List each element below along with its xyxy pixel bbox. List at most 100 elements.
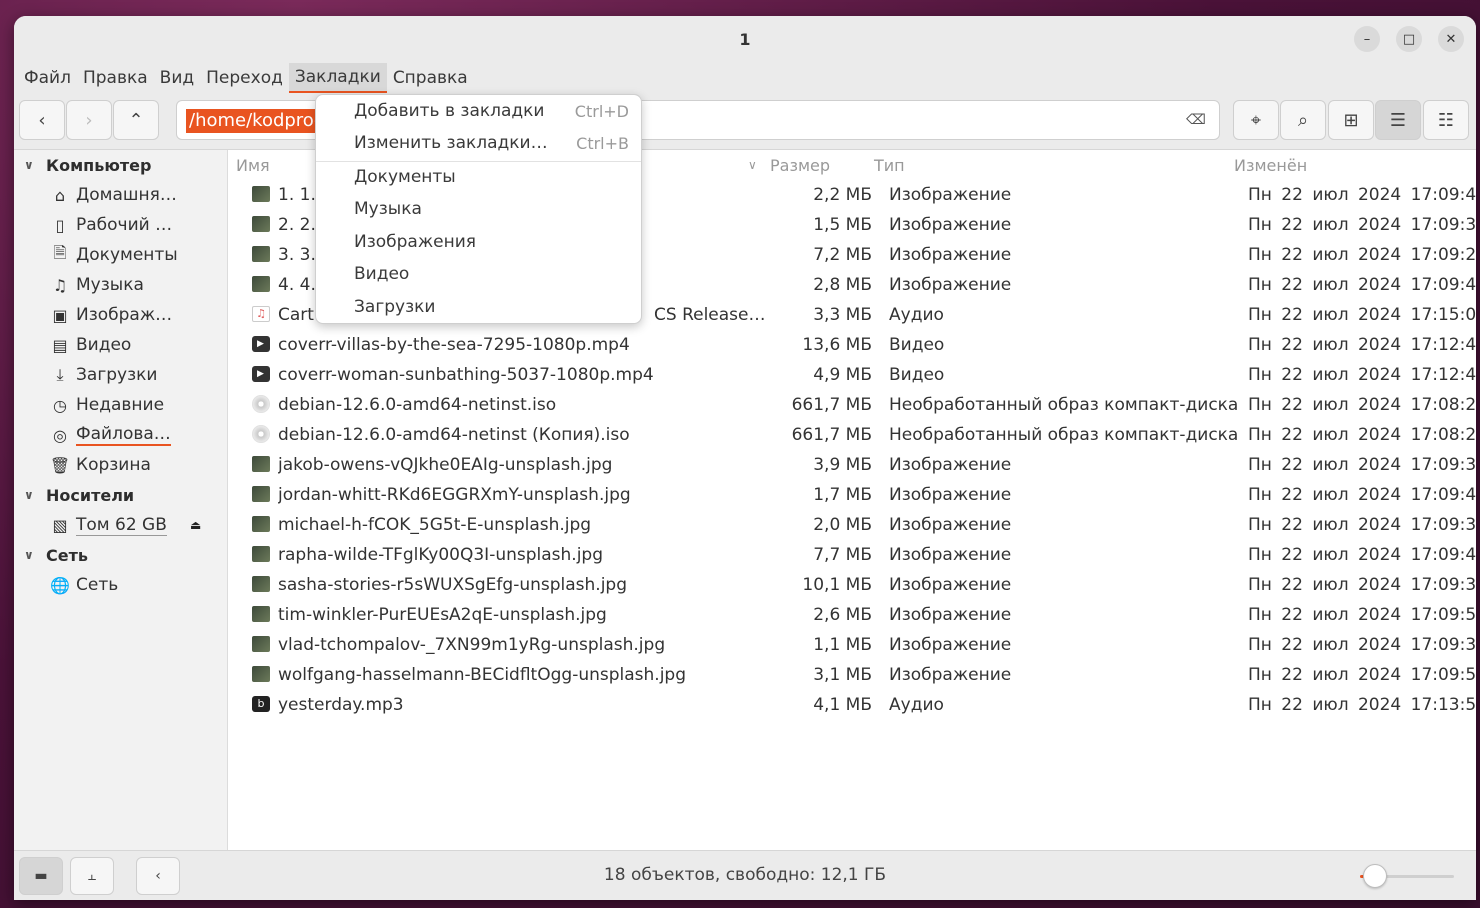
table-row[interactable]: debian-12.6.0-amd64-netinst (Копия).iso 6… <box>228 420 1476 450</box>
menu-go[interactable]: Переход <box>200 63 289 93</box>
table-row[interactable]: wolfgang-hasselmann-BECidfltOgg-unsplash… <box>228 660 1476 690</box>
sidebar-section-devices[interactable]: ∨ Носители <box>24 480 134 510</box>
chevron-right-icon: › <box>85 109 93 131</box>
menu-view[interactable]: Вид <box>154 63 200 93</box>
sidebar-section-network[interactable]: ∨ Сеть <box>24 540 88 570</box>
bookmark-videos[interactable]: Видео <box>316 258 641 290</box>
table-row[interactable]: sasha-stories-r5sWUXSgEfg-unsplash.jpg 10… <box>228 570 1476 600</box>
sidebar-item-label: Документы <box>76 245 178 265</box>
video-icon: ▤ <box>52 335 68 355</box>
file-name: sasha-stories-r5sWUXSgEfg-unsplash.jpg <box>278 575 628 595</box>
table-row[interactable]: jordan-whitt-RKd6EGGRXmY-unsplash.jpg 1,7… <box>228 480 1476 510</box>
sidebar-item-label: Видео <box>76 335 132 355</box>
compact-view-button[interactable]: ☷ <box>1423 100 1469 140</box>
file-type: Аудио <box>889 695 944 715</box>
sidebar-item-trash[interactable]: 🗑 Корзина <box>48 450 226 480</box>
file-modified: Пн 22 июл 2024 17:15:08 <box>1248 305 1476 325</box>
table-row[interactable]: b yesterday.mp3 4,1 МБ Аудио Пн 22 июл 2024 … <box>228 690 1476 720</box>
chevron-up-icon: ⌃ <box>128 109 144 131</box>
add-bookmark-item[interactable]: Добавить в закладки Ctrl+D <box>316 95 641 127</box>
file-type: Необработанный образ компакт-диска <box>889 425 1239 445</box>
search-button[interactable]: ⌕ <box>1280 100 1326 140</box>
close-button[interactable]: ✕ <box>1438 26 1464 52</box>
file-modified: Пн 22 июл 2024 17:12:44 <box>1248 335 1476 355</box>
menu-file[interactable]: Файл <box>18 63 77 93</box>
audio-file-icon: b <box>252 696 270 712</box>
eject-icon[interactable]: ⏏ <box>190 518 201 532</box>
file-size: 3,1 МБ <box>813 665 872 685</box>
sidebar-item-filesystem[interactable]: ◎ Файлова… <box>48 420 226 450</box>
menu-item-label: Добавить в закладки <box>354 101 545 121</box>
sidebar-item-downloads[interactable]: ⤓ Загрузки <box>48 360 226 390</box>
sidebar-item-videos[interactable]: ▤ Видео <box>48 330 226 360</box>
sidebar-item-network[interactable]: 🌐 Сеть <box>48 570 226 600</box>
sidebar-item-documents[interactable]: 🗎 Документы <box>48 240 226 270</box>
minimize-icon: – <box>1363 31 1371 47</box>
picture-icon: ▣ <box>52 305 68 325</box>
edit-bookmarks-item[interactable]: Изменить закладки… Ctrl+B <box>316 127 641 159</box>
file-name: debian-12.6.0-amd64-netinst.iso <box>278 395 557 415</box>
drive-icon: ▧ <box>52 515 68 535</box>
maximize-button[interactable]: □ <box>1396 26 1422 52</box>
sidebar-item-home[interactable]: ⌂ Домашня… <box>48 180 226 210</box>
column-header-name[interactable]: Имя <box>236 150 270 180</box>
file-modified: Пн 22 июл 2024 17:09:32 <box>1248 575 1476 595</box>
file-modified: Пн 22 июл 2024 17:08:23 <box>1248 395 1476 415</box>
sidebar-section-computer[interactable]: ∨ Компьютер <box>24 150 151 180</box>
icon-view-button[interactable]: ⊞ <box>1328 100 1374 140</box>
status-text: 18 объектов, свободно: 12,1 ГБ <box>603 865 887 885</box>
image-file-icon <box>252 246 270 262</box>
menu-help[interactable]: Справка <box>387 63 474 93</box>
forward-button[interactable]: › <box>66 100 112 140</box>
menu-bookmarks[interactable]: Закладки <box>288 63 387 93</box>
up-button[interactable]: ⌃ <box>113 100 159 140</box>
table-row[interactable]: rapha-wilde-TFglKy00Q3I-unsplash.jpg 7,7 … <box>228 540 1476 570</box>
file-name: wolfgang-hasselmann-BECidfltOgg-unsplash… <box>278 665 686 685</box>
bookmark-downloads[interactable]: Загрузки <box>316 291 641 323</box>
column-header-type[interactable]: Тип <box>874 150 905 180</box>
column-header-size[interactable]: Размер <box>770 150 830 180</box>
bookmark-pictures[interactable]: Изображения <box>316 226 641 258</box>
table-row[interactable]: debian-12.6.0-amd64-netinst.iso 661,7 МБ Н… <box>228 390 1476 420</box>
minimize-button[interactable]: – <box>1354 26 1380 52</box>
image-file-icon <box>252 546 270 562</box>
sidebar-item-pictures[interactable]: ▣ Изображ… <box>48 300 226 330</box>
network-icon: 🌐 <box>50 575 70 595</box>
window-title: 1 <box>739 29 751 49</box>
menu-item-label: Музыка <box>354 199 422 219</box>
statusbar: ▬ ⫠ ‹ 18 объектов, свободно: 12,1 ГБ <box>14 850 1476 900</box>
table-row[interactable]: coverr-villas-by-the-sea-7295-1080p.mp4 1… <box>228 330 1476 360</box>
titlebar[interactable]: 1 – □ ✕ <box>14 16 1476 62</box>
file-type: Аудио <box>889 305 944 325</box>
location-toggle-button[interactable]: ⌖ <box>1233 100 1279 140</box>
list-view-button[interactable]: ☰ <box>1375 100 1421 140</box>
file-modified: Пн 22 июл 2024 17:12:49 <box>1248 365 1476 385</box>
back-button[interactable]: ‹ <box>19 100 65 140</box>
table-row[interactable]: michael-h-fCOK_5G5t-E-unsplash.jpg 2,0 МБ… <box>228 510 1476 540</box>
menu-edit[interactable]: Правка <box>77 63 154 93</box>
file-size: 3,9 МБ <box>813 455 872 475</box>
file-size: 2,6 МБ <box>813 605 872 625</box>
menu-item-label: Загрузки <box>354 297 436 317</box>
close-icon: ✕ <box>1445 31 1457 47</box>
table-row[interactable]: vlad-tchompalov-_7XN99m1yRg-unsplash.jpg… <box>228 630 1476 660</box>
file-name: jordan-whitt-RKd6EGGRXmY-unsplash.jpg <box>278 485 631 505</box>
bookmark-documents[interactable]: Документы <box>316 161 641 193</box>
sidebar-item-label: Изображ… <box>76 305 173 325</box>
column-header-modified[interactable]: Изменён <box>1234 150 1307 180</box>
image-file-icon <box>252 276 270 292</box>
sidebar-item-recent[interactable]: ◷ Недавние <box>48 390 226 420</box>
sidebar-item-music[interactable]: ♫ Музыка <box>48 270 226 300</box>
list-icon: ☰ <box>1389 109 1407 131</box>
table-row[interactable]: coverr-woman-sunbathing-5037-1080p.mp4 4,… <box>228 360 1476 390</box>
bookmark-music[interactable]: Музыка <box>316 193 641 225</box>
sidebar-item-label: Загрузки <box>76 365 158 385</box>
location-text[interactable]: /home/kodproc <box>186 109 327 133</box>
table-row[interactable]: tim-winkler-PurEUEsA2qE-unsplash.jpg 2,6 … <box>228 600 1476 630</box>
download-icon: ⤓ <box>56 365 64 384</box>
table-row[interactable]: jakob-owens-vQJkhe0EAIg-unsplash.jpg 3,9 … <box>228 450 1476 480</box>
sidebar-item-desktop[interactable]: ▯ Рабочий … <box>48 210 226 240</box>
sort-desc-icon[interactable]: ∨ <box>748 150 757 180</box>
clear-icon[interactable]: ⌫ <box>1185 109 1207 131</box>
file-type: Изображение <box>889 605 1012 625</box>
